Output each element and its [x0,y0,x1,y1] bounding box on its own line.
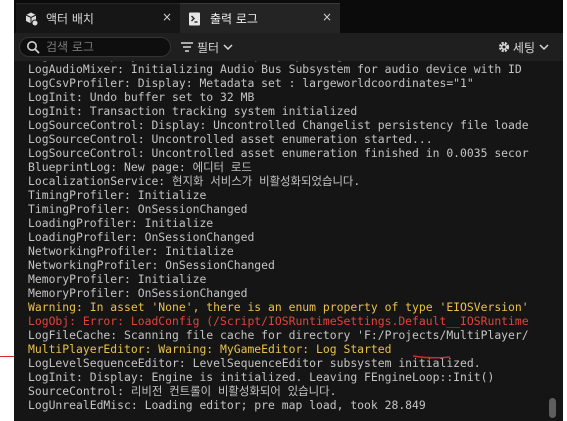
log-line: SourceControl: 리비전 컨트롤이 비활성화되어 있습니다. [28,384,337,398]
output-log-icon [186,10,204,28]
settings-label: 세팅 [512,40,535,55]
log-line: LogLevelSequenceEditor: LevelSequenceEdi… [28,356,481,370]
filter-icon [181,42,193,52]
tab-output-log-close-icon[interactable]: × [322,10,332,24]
tab-output-log[interactable]: 출력 로그 × [180,3,340,33]
log-output-area[interactable]: LogInit: Display: Audio Device (Cpu + Gp… [14,61,538,421]
chevron-down-icon [223,44,233,51]
log-line: MultiPlayerEditor: Warning: MyGameEditor… [28,342,392,356]
log-line: NetworkingProfiler: Initialize [28,244,234,258]
tab-place-actors[interactable]: 액터 배치 × [16,3,180,33]
log-line: MemoryProfiler: Initialize [28,272,207,286]
actor-placement-icon [22,10,40,28]
log-lines: LogInit: Display: Audio Device (Cpu + Gp… [28,61,538,412]
tab-output-log-label: 출력 로그 [210,12,258,26]
output-log-window: 액터 배치 × 출력 로그 × 검색 로그 필터 세팅 LogAudioMixe… [14,0,563,421]
search-box[interactable] [19,37,171,57]
log-line: LogSourceControl: Display: Uncontrolled … [28,118,529,132]
log-scrollbar[interactable] [547,62,557,420]
tab-place-actors-close-icon[interactable]: × [162,10,172,24]
log-line: LogInit: Undo buffer set to 32 MB [28,90,255,104]
log-line: LogCsvProfiler: Display: Metadata set : … [28,76,474,90]
filter-dropdown[interactable]: 필터 [180,38,233,56]
log-line: BlueprintLog: New page: 에디터 로드 [28,160,252,174]
log-line: LogInit: Display: Engine is initialized.… [28,370,495,384]
log-line: TimingProfiler: Initialize [28,188,207,202]
log-line: Warning: In asset 'None', there is an en… [28,300,529,314]
log-line: LogInit: Transaction tracking system ini… [28,104,358,118]
log-line: LoadingProfiler: Initialize [28,216,214,230]
log-line: MemoryProfiler: OnSessionChanged [28,286,248,300]
gear-icon [498,41,510,53]
log-line: TimingProfiler: OnSessionChanged [28,202,248,216]
scrollbar-thumb[interactable] [549,398,556,418]
log-line: LogUnrealEdMisc: Loading editor; pre map… [28,398,426,412]
filter-label: 필터 [197,40,220,55]
annotation-underline [412,355,451,359]
log-toolbar: 필터 세팅 [14,33,563,61]
settings-dropdown[interactable]: 세팅 [497,38,549,56]
chevron-down-icon [539,44,549,51]
log-line: LocalizationService: 현지화 서비스가 비활성화되었습니다. [28,174,361,188]
log-line: LoadingProfiler: OnSessionChanged [28,230,255,244]
tab-bar: 액터 배치 × 출력 로그 × [14,0,563,33]
log-line: NetworkingProfiler: OnSessionChanged [28,258,275,272]
search-icon [27,41,40,54]
log-line: LogSourceControl: Uncontrolled asset enu… [28,132,433,146]
log-line: LogFileCache: Scanning file cache for di… [28,328,529,342]
log-line: LogObj: Error: LoadConfig (/Script/IOSRu… [28,314,529,328]
annotation-marker-line [0,356,14,357]
search-input[interactable] [46,39,164,55]
log-line: LogSourceControl: Uncontrolled asset enu… [28,146,529,160]
tab-place-actors-label: 액터 배치 [46,12,94,26]
log-line: LogAudioMixer: Initializing Audio Bus Su… [28,62,522,76]
